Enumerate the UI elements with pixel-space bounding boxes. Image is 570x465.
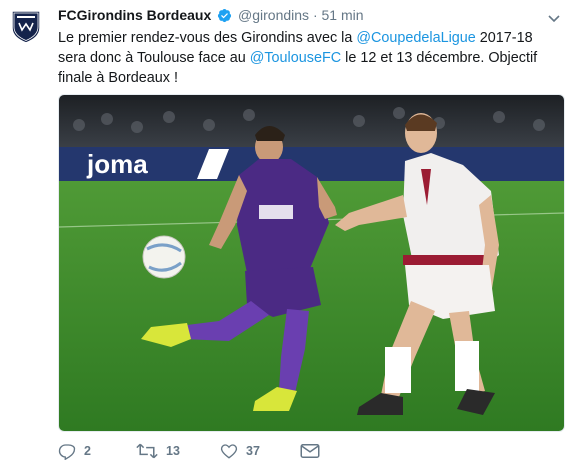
direct-message-button[interactable]: [300, 440, 328, 462]
retweet-button[interactable]: 13: [136, 440, 180, 462]
text-part: Le premier rendez-vous des Girondins ave…: [58, 30, 357, 46]
retweet-icon: [136, 443, 158, 459]
ad-board-text: joma: [86, 149, 148, 179]
football: [142, 235, 186, 279]
like-button[interactable]: 37: [220, 440, 260, 462]
mention-link[interactable]: @CoupedelaLigue: [356, 30, 475, 46]
message-icon: [300, 444, 320, 458]
like-icon: [220, 444, 238, 459]
retweet-count: 13: [166, 444, 180, 458]
verified-badge-icon: [217, 8, 232, 27]
tweet-text: Le premier rendez-vous des Girondins ave…: [58, 28, 548, 88]
avatar[interactable]: [8, 8, 44, 44]
reply-count: 2: [84, 444, 91, 458]
timestamp[interactable]: 51 min: [322, 7, 364, 23]
reply-icon: [58, 444, 76, 460]
mention-link[interactable]: @ToulouseFC: [250, 50, 341, 66]
tweet-photo[interactable]: joma: [58, 94, 565, 432]
tweet-header: FCGirondins Bordeaux @girondins · 51 min: [58, 6, 550, 26]
stadium-crowd: [59, 95, 564, 147]
separator: ·: [312, 7, 318, 23]
like-count: 37: [246, 444, 260, 458]
author-name[interactable]: FCGirondins Bordeaux: [58, 7, 211, 23]
chevron-down-icon[interactable]: [548, 10, 560, 23]
tweet-actions: 2 13 37: [58, 440, 358, 462]
reply-button[interactable]: 2: [58, 440, 91, 462]
girondins-crest-icon: [11, 10, 41, 44]
author-handle[interactable]: @girondins: [238, 7, 309, 23]
